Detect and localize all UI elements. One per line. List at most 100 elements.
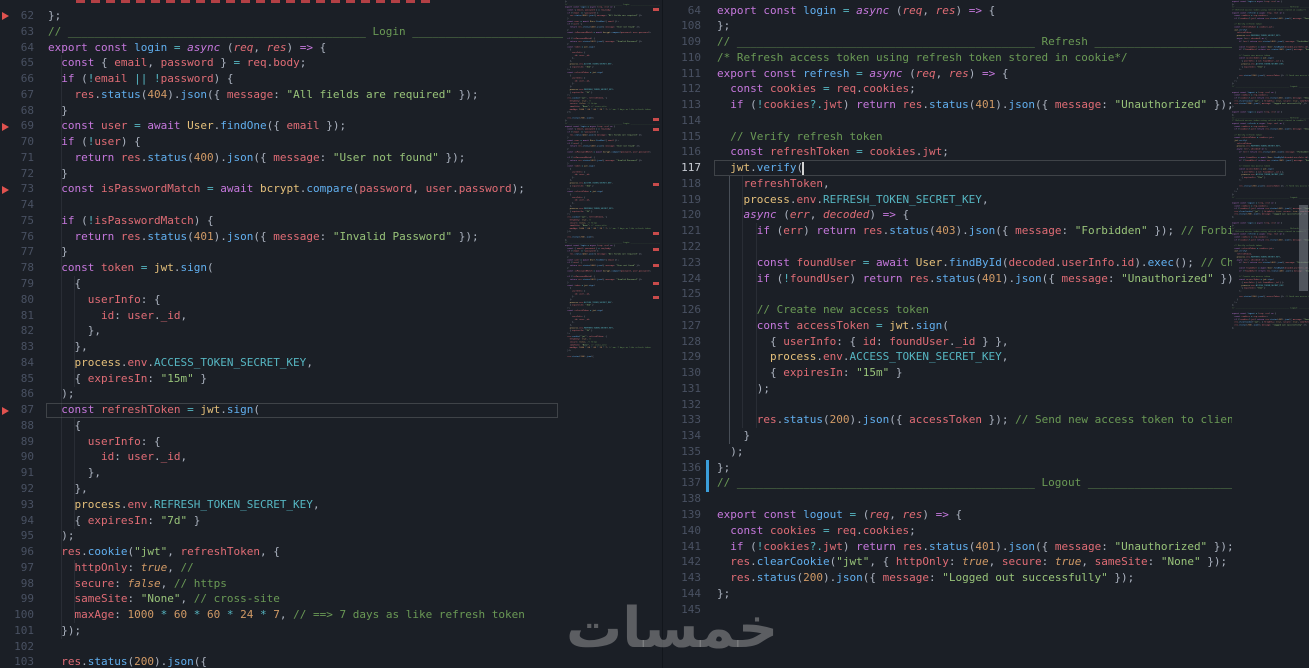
line-number[interactable]: 130 [663, 365, 701, 381]
line-number[interactable]: 142 [663, 554, 701, 570]
line-number[interactable]: 92 [0, 481, 34, 497]
code-line[interactable]: 125 [663, 286, 1232, 302]
line-number[interactable]: 141 [663, 539, 701, 555]
scrollbar-slider[interactable] [1299, 205, 1308, 291]
code-line[interactable]: 96 res.cookie("jwt", refreshToken, { [0, 544, 563, 560]
line-number[interactable]: 110 [663, 50, 701, 66]
line-number[interactable]: 89 [0, 434, 34, 450]
code-line[interactable]: 141 if (!cookies?.jwt) return res.status… [663, 539, 1232, 555]
line-number[interactable]: 64 [663, 3, 701, 19]
code-line[interactable]: 123 const foundUser = await User.findByI… [663, 255, 1232, 271]
code-line[interactable]: 112 const cookies = req.cookies; [663, 81, 1232, 97]
code-line[interactable]: 83 }, [0, 339, 563, 355]
line-number[interactable]: 143 [663, 570, 701, 586]
line-number[interactable]: 94 [0, 513, 34, 529]
code-line[interactable]: 94 { expiresIn: "7d" } [0, 513, 563, 529]
code-line[interactable]: 93 process.env.REFRESH_TOKEN_SECRET_KEY, [0, 497, 563, 513]
line-number[interactable]: 115 [663, 129, 701, 145]
line-number[interactable]: 100 [0, 607, 34, 623]
line-number[interactable]: 102 [0, 639, 34, 655]
line-number[interactable]: 113 [663, 97, 701, 113]
code-line[interactable]: 115 // Verify refresh token [663, 129, 1232, 145]
line-number[interactable]: 65 [0, 55, 34, 71]
code-line[interactable]: 140 const cookies = req.cookies; [663, 523, 1232, 539]
line-number[interactable]: 96 [0, 544, 34, 560]
code-line[interactable]: 77 } [0, 244, 563, 260]
code-line[interactable]: 81 id: user._id, [0, 308, 563, 324]
line-number[interactable]: 136 [663, 460, 701, 476]
code-line[interactable]: 128 { userInfo: { id: foundUser._id } }, [663, 334, 1232, 350]
line-number[interactable]: 98 [0, 576, 34, 592]
line-number[interactable]: 99 [0, 591, 34, 607]
code-line[interactable]: 75 if (!isPasswordMatch) { [0, 213, 563, 229]
code-line[interactable]: 133 res.status(200).json({ accessToken }… [663, 412, 1232, 428]
code-line[interactable]: 63 // ___________________________________… [0, 24, 563, 40]
line-number[interactable]: 63 [0, 24, 34, 40]
line-number[interactable]: 137 [663, 475, 701, 491]
line-number[interactable]: 95 [0, 528, 34, 544]
line-number[interactable]: 91 [0, 465, 34, 481]
code-line[interactable]: 97 httpOnly: true, // [0, 560, 563, 576]
code-line[interactable]: 68 } [0, 103, 563, 119]
line-number[interactable]: 109 [663, 34, 701, 50]
line-number[interactable]: 85 [0, 371, 34, 387]
code-line[interactable]: 73 const isPasswordMatch = await bcrypt.… [0, 181, 563, 197]
line-number[interactable]: 140 [663, 523, 701, 539]
line-number[interactable]: 112 [663, 81, 701, 97]
code-line[interactable]: 64 export const login = async (req, res) … [663, 3, 1232, 19]
line-number[interactable]: 67 [0, 87, 34, 103]
line-number[interactable]: 108 [663, 18, 701, 34]
code-line[interactable]: 124 if (!foundUser) return res.status(40… [663, 271, 1232, 287]
line-number[interactable]: 119 [663, 192, 701, 208]
line-number[interactable]: 111 [663, 66, 701, 82]
code-line[interactable]: 109 // __________________________________… [663, 34, 1232, 50]
code-line[interactable]: 98 secure: false, // https [0, 576, 563, 592]
code-line[interactable]: 80 userInfo: { [0, 292, 563, 308]
line-number[interactable]: 90 [0, 449, 34, 465]
line-number[interactable]: 121 [663, 223, 701, 239]
line-number[interactable]: 76 [0, 229, 34, 245]
code-line[interactable]: 116 const refreshToken = cookies.jwt; [663, 144, 1232, 160]
code-line[interactable]: 121 if (err) return res.status(403).json… [663, 223, 1232, 239]
code-line[interactable]: 78 const token = jwt.sign( [0, 260, 563, 276]
line-number[interactable]: 120 [663, 207, 701, 223]
line-number[interactable]: 117 [663, 160, 701, 176]
line-number[interactable]: 125 [663, 286, 701, 302]
code-line[interactable]: 108}; [663, 18, 1232, 34]
code-line[interactable]: 126 // Create new access token [663, 302, 1232, 318]
code-line[interactable]: 99 sameSite: "None", // cross-site [0, 591, 563, 607]
code-line[interactable]: 91 }, [0, 465, 563, 481]
line-number[interactable]: 75 [0, 213, 34, 229]
code-line[interactable]: 127 const accessToken = jwt.sign( [663, 318, 1232, 334]
code-line[interactable]: 64 export const login = async (req, res) … [0, 40, 563, 56]
code-line[interactable]: 74 [0, 197, 563, 213]
line-number[interactable]: 93 [0, 497, 34, 513]
code-line[interactable]: 142 res.clearCookie("jwt", { httpOnly: t… [663, 554, 1232, 570]
code-line[interactable]: 119 process.env.REFRESH_TOKEN_SECRET_KEY… [663, 192, 1232, 208]
line-number[interactable]: 64 [0, 40, 34, 56]
code-line[interactable]: 86 ); [0, 386, 563, 402]
code-line[interactable]: 113 if (!cookies?.jwt) return res.status… [663, 97, 1232, 113]
code-line[interactable]: 70 if (!user) { [0, 134, 563, 150]
code-line[interactable]: 122 [663, 239, 1232, 255]
code-line[interactable]: 139 export const logout = (req, res) => { [663, 507, 1232, 523]
line-number[interactable]: 133 [663, 412, 701, 428]
line-number[interactable]: 103 [0, 654, 34, 668]
line-number[interactable]: 78 [0, 260, 34, 276]
left-editor[interactable]: 62}; 63 // _______________________________… [0, 0, 563, 668]
line-number[interactable]: 101 [0, 623, 34, 639]
code-line[interactable]: 130 { expiresIn: "15m" } [663, 365, 1232, 381]
line-number[interactable]: 84 [0, 355, 34, 371]
code-line[interactable]: 132 [663, 397, 1232, 413]
code-line[interactable]: 62}; [0, 8, 563, 24]
code-line[interactable]: 67 res.status(404).json({ message: "All … [0, 87, 563, 103]
code-line[interactable]: 129 process.env.ACCESS_TOKEN_SECRET_KEY, [663, 349, 1232, 365]
code-line[interactable]: 85 { expiresIn: "15m" } [0, 371, 563, 387]
line-number[interactable]: 86 [0, 386, 34, 402]
code-line[interactable]: 110 /* Refresh access token using refresh… [663, 50, 1232, 66]
code-line[interactable]: 69 const user = await User.findOne({ ema… [0, 118, 563, 134]
code-line[interactable]: 136}; [663, 460, 1232, 476]
line-number[interactable]: 68 [0, 103, 34, 119]
line-number[interactable]: 114 [663, 113, 701, 129]
code-line[interactable]: 65 const { email, password } = req.body; [0, 55, 563, 71]
